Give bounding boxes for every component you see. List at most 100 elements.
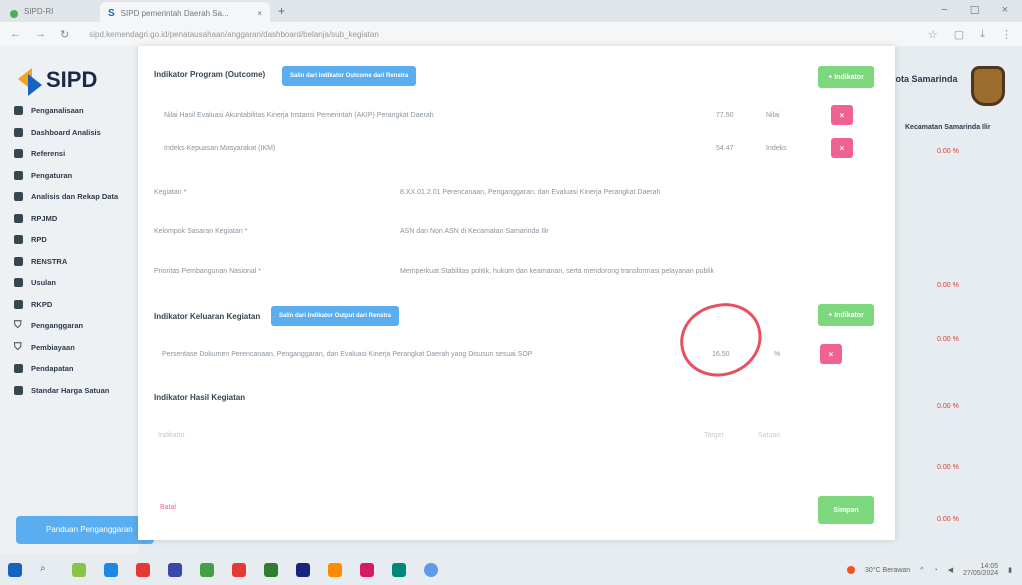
close-window-button[interactable]: × xyxy=(1002,4,1008,17)
download-icon[interactable]: ⤓ xyxy=(980,28,985,41)
sidebar-item-label: Pendapatan xyxy=(31,364,74,374)
browser-tab-inactive[interactable]: SIPD-RI xyxy=(0,6,100,18)
address-bar: ← → ↻ sipd.kemendagri.go.id/penatausahaa… xyxy=(0,22,1022,46)
cancel-button[interactable]: Batal xyxy=(160,504,176,511)
city-name: Kota Samarinda xyxy=(889,74,958,84)
date: 27/05/2024 xyxy=(963,570,999,577)
windows-taskbar: ⌕ 30°C Berawan ^ ◔ ◀ 14:05 27/05/2024 ▮ xyxy=(0,554,1022,585)
sidebar-item[interactable]: Pendapatan xyxy=(0,358,138,380)
tray-chevron-icon[interactable]: ^ xyxy=(920,567,923,574)
app-icon[interactable] xyxy=(392,562,406,577)
app-icon[interactable] xyxy=(136,562,150,577)
sidebar-item[interactable]: Standar Harga Satuan xyxy=(0,380,138,402)
volume-icon[interactable]: ◀ xyxy=(948,566,953,574)
browser-actions: ☆ ▢ ⤓ ⋮ xyxy=(928,28,1012,41)
sidebar-item[interactable]: Pengaturan xyxy=(0,165,138,187)
minimize-button[interactable]: − xyxy=(941,4,947,17)
sidebar-item-label: Standar Harga Satuan xyxy=(31,385,110,395)
sidebar-item-label: Pembiayaan xyxy=(31,342,75,352)
kegiatan-label: Kegiatan * xyxy=(154,189,187,196)
time: 14:05 xyxy=(980,563,999,570)
outcome-row-2-unit: Indeks xyxy=(766,145,787,152)
sidebar-item-label: RPD xyxy=(31,235,47,245)
forward-icon[interactable]: → xyxy=(35,28,46,40)
add-outcome-indicator-button[interactable]: + Indikator xyxy=(818,66,874,88)
delete-outcome-row-2-button[interactable]: × xyxy=(831,138,853,158)
logo-text: SIPD xyxy=(46,67,98,92)
maximize-button[interactable]: ☐ xyxy=(970,4,980,17)
app-icon[interactable] xyxy=(232,562,246,577)
excel-icon[interactable] xyxy=(200,562,214,577)
sidebar-item[interactable]: Usulan xyxy=(0,272,138,294)
document-icon xyxy=(14,235,23,245)
cart-icon: ⛉ xyxy=(14,320,22,332)
menu-icon[interactable]: ⋮ xyxy=(1001,28,1012,41)
sipd-favicon-icon: S xyxy=(108,7,115,19)
app-icon[interactable] xyxy=(296,562,310,577)
url-field[interactable]: sipd.kemendagri.go.id/penatausahaan/angg… xyxy=(89,30,379,39)
card-icon xyxy=(14,106,23,116)
prioritas-value[interactable]: Memperkuat Stabilitas politik, hukum dan… xyxy=(400,268,714,275)
book-icon xyxy=(14,149,23,159)
new-tab-button[interactable]: + xyxy=(278,4,285,18)
delete-outcome-row-1-button[interactable]: × xyxy=(831,105,853,125)
app-icon[interactable] xyxy=(264,562,278,577)
tab-label: SIPD pemerintah Daerah Sa... xyxy=(120,8,229,18)
tab-close-icon[interactable]: × xyxy=(257,9,262,18)
sasaran-value[interactable]: ASN dan Non ASN di Kecamatan Samarinda I… xyxy=(400,228,549,235)
prioritas-label: Prioritas Pembangunan Nasional * xyxy=(154,268,262,275)
panduan-button[interactable]: Panduan Penganggaran xyxy=(16,516,154,544)
hasil-unit-input[interactable]: Satuan xyxy=(758,432,780,439)
sidebar-item[interactable]: Referensi xyxy=(0,143,138,165)
add-output-indicator-button[interactable]: + Indikator xyxy=(818,304,874,326)
percentage-value: 0.00 % xyxy=(937,464,959,471)
sidebar-item[interactable]: ⛉ Pembiayaan xyxy=(0,337,138,359)
tab-label: SIPD-RI xyxy=(24,6,54,16)
browser-tab-active[interactable]: S SIPD pemerintah Daerah Sa... × xyxy=(100,2,270,24)
sidebar-item[interactable]: RPD xyxy=(0,229,138,251)
sidebar-item[interactable]: RPJMD xyxy=(0,208,138,230)
grid-icon xyxy=(14,278,23,288)
copy-outcome-button[interactable]: Salin dari Indikator Outcome dari Renstr… xyxy=(282,66,417,86)
sidebar-item-label: RKPD xyxy=(31,299,53,309)
sidebar-item[interactable]: RKPD xyxy=(0,294,138,316)
delete-keluaran-row-button[interactable]: × xyxy=(820,344,842,364)
reload-icon[interactable]: ↻ xyxy=(60,28,69,41)
outcome-row-1-text: Nilai Hasil Evaluasi Akuntabilitas Kiner… xyxy=(164,112,434,119)
sidebar-item-label: Pengaturan xyxy=(31,170,73,180)
sidebar-item[interactable]: RENSTRA xyxy=(0,251,138,273)
kegiatan-value[interactable]: 8.XX.01.2.01 Perencanaan, Penganggaran, … xyxy=(400,189,660,196)
percentage-value: 0.00 % xyxy=(937,336,959,343)
sidebar-item[interactable]: Analisis dan Rekap Data xyxy=(0,186,138,208)
copy-output-button[interactable]: Salin dari Indikator Output dari Renstra xyxy=(271,306,400,326)
network-icon[interactable]: ◔ xyxy=(933,567,937,574)
app-icon[interactable] xyxy=(168,562,182,577)
grid-icon xyxy=(14,256,23,266)
chrome-icon[interactable] xyxy=(424,562,438,577)
hasil-target-input[interactable]: Target xyxy=(704,432,723,439)
back-icon[interactable]: ← xyxy=(10,28,21,40)
widgets-icon[interactable] xyxy=(72,562,86,577)
sasaran-label: Kelompok Sasaran Kegiatan * xyxy=(154,228,248,235)
sidebar-item[interactable]: ⛉ Penganggaran xyxy=(0,315,138,337)
sidebar-item[interactable]: Penganalisaan xyxy=(0,100,138,122)
task-view-icon[interactable] xyxy=(104,562,118,577)
sipd-logo-icon xyxy=(18,66,42,96)
sipd-logo[interactable]: SIPD xyxy=(0,46,138,100)
search-icon[interactable]: ⌕ xyxy=(40,563,54,577)
sidebar-item-label: Penganalisaan xyxy=(31,106,84,116)
start-icon[interactable] xyxy=(8,562,22,577)
clock[interactable]: 14:05 27/05/2024 xyxy=(963,563,998,577)
red-circle-annotation xyxy=(673,296,769,384)
app-icon[interactable] xyxy=(328,562,342,577)
tab-groups-icon[interactable]: ▢ xyxy=(954,28,964,41)
program-outcome-title: Indikator Program (Outcome) xyxy=(154,70,266,79)
hasil-title: Indikator Hasil Kegiatan xyxy=(154,393,246,402)
app-icon[interactable] xyxy=(360,562,374,577)
hasil-indicator-input[interactable]: Indikator xyxy=(158,432,185,439)
sidebar-item[interactable]: Dashboard Analisis xyxy=(0,122,138,144)
notification-icon[interactable]: ▮ xyxy=(1008,566,1012,574)
save-button[interactable]: Simpan xyxy=(818,496,874,524)
bookmark-star-icon[interactable]: ☆ xyxy=(928,28,938,41)
keluaran-row-text: Persentase Dokumen Perencanaan, Pengangg… xyxy=(162,351,533,358)
